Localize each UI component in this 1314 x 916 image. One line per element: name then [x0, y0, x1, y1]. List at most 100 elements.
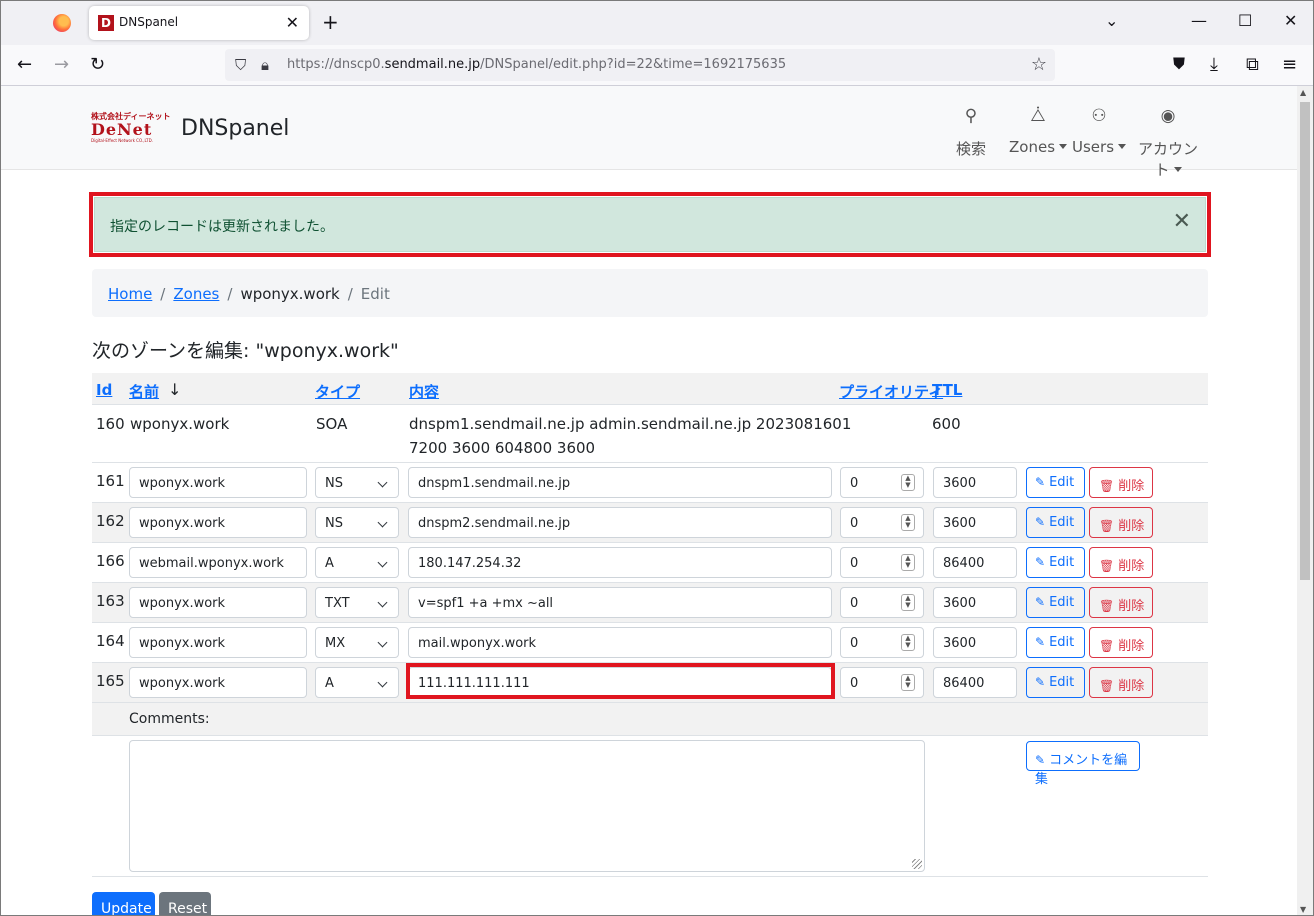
ttl-input[interactable]: 3600: [933, 507, 1017, 538]
nav-users[interactable]: ⚇ Users: [1072, 106, 1126, 156]
edit-button[interactable]: ✎ Edit: [1026, 507, 1085, 538]
content-input[interactable]: v=spf1 +a +mx ~all: [408, 587, 832, 618]
priority-input[interactable]: 0 ▲ ▼: [840, 547, 924, 578]
url-text[interactable]: https://dnscp0.sendmail.ne.jp/DNSpanel/e…: [287, 57, 786, 72]
browser-tab[interactable]: D DNSpanel ✕: [89, 6, 309, 40]
browser-toolbar: ← → ↻ ⛉ 🔒︎ https://dnscp0.sendmail.ne.jp…: [1, 45, 1313, 86]
pocket-icon[interactable]: ⛊: [1173, 54, 1185, 74]
download-icon[interactable]: ⤓: [1210, 54, 1218, 75]
browser-window: D DNSpanel ✕ + ⌄ — ☐ ✕ ← → ↻ ⛉ 🔒︎ https:…: [0, 0, 1314, 916]
scroll-down-icon[interactable]: ▼: [1300, 905, 1306, 914]
update-button[interactable]: Update: [92, 892, 155, 915]
brand-title[interactable]: DNSpanel: [181, 116, 289, 141]
scroll-up-icon[interactable]: ▲: [1300, 88, 1306, 97]
name-input[interactable]: wponyx.work: [129, 627, 307, 658]
priority-input[interactable]: 0 ▲ ▼: [840, 627, 924, 658]
back-icon[interactable]: ←: [17, 54, 32, 75]
new-tab-icon[interactable]: +: [322, 10, 339, 34]
priority-input[interactable]: 0 ▲ ▼: [840, 587, 924, 618]
breadcrumb-zones[interactable]: Zones: [173, 285, 219, 303]
name-input[interactable]: wponyx.work: [129, 587, 307, 618]
pencil-square-icon: ✎: [1035, 595, 1046, 609]
pencil-square-icon: ✎: [1035, 753, 1046, 767]
bookmark-star-icon[interactable]: ☆: [1031, 54, 1047, 75]
spinner-icon: ▲ ▼: [901, 634, 915, 651]
ttl-input[interactable]: 86400: [933, 547, 1017, 578]
resize-grip-icon[interactable]: [912, 859, 922, 869]
type-select[interactable]: MX: [315, 627, 399, 658]
maximize-icon[interactable]: ☐: [1238, 11, 1252, 30]
type-select[interactable]: NS: [315, 507, 399, 538]
close-window-icon[interactable]: ✕: [1284, 11, 1297, 30]
delete-button[interactable]: 🗑︎ 削除: [1089, 507, 1153, 538]
delete-button[interactable]: 🗑︎ 削除: [1089, 587, 1153, 618]
col-content[interactable]: 内容: [409, 381, 439, 402]
content-input[interactable]: dnspm1.sendmail.ne.jp: [408, 467, 832, 498]
tab-list-chevron-icon[interactable]: ⌄: [1105, 11, 1118, 30]
spinner-icon: ▲ ▼: [901, 474, 915, 491]
alert-close-icon[interactable]: ✕: [1173, 209, 1191, 234]
ttl-input[interactable]: 3600: [933, 627, 1017, 658]
delete-button[interactable]: 🗑︎ 削除: [1089, 547, 1153, 578]
content-input[interactable]: mail.wponyx.work: [408, 627, 832, 658]
reload-icon[interactable]: ↻: [90, 54, 105, 75]
col-priority[interactable]: プライオリティ: [839, 381, 943, 402]
trash-icon: 🗑︎: [1099, 559, 1115, 573]
forward-icon[interactable]: →: [54, 54, 69, 75]
delete-button[interactable]: 🗑︎ 削除: [1089, 467, 1153, 498]
col-id[interactable]: Id: [96, 381, 112, 399]
content-highlight-box: [406, 663, 835, 699]
delete-button[interactable]: 🗑︎ 削除: [1089, 627, 1153, 658]
ttl-input[interactable]: 3600: [933, 587, 1017, 618]
tab-close-icon[interactable]: ✕: [286, 13, 299, 32]
url-bar[interactable]: ⛉ 🔒︎ https://dnscp0.sendmail.ne.jp/DNSpa…: [225, 49, 1055, 81]
col-type[interactable]: タイプ: [315, 381, 360, 402]
comments-textarea[interactable]: [129, 740, 925, 872]
type-select[interactable]: TXT: [315, 587, 399, 618]
name-input[interactable]: wponyx.work: [129, 667, 307, 698]
shield-icon[interactable]: ⛉: [235, 56, 246, 74]
name-input[interactable]: webmail.wponyx.work: [129, 547, 307, 578]
name-input[interactable]: wponyx.work: [129, 507, 307, 538]
scroll-thumb[interactable]: [1300, 102, 1310, 580]
alert-message: 指定のレコードは更新されました。: [110, 219, 334, 235]
type-select[interactable]: NS: [315, 467, 399, 498]
table-row: 164 wponyx.work MX mail.wponyx.work 0 ▲ ▼ …: [92, 623, 1208, 663]
edit-button[interactable]: ✎ Edit: [1026, 587, 1085, 618]
ttl-input[interactable]: 3600: [933, 467, 1017, 498]
priority-input[interactable]: 0 ▲ ▼: [840, 467, 924, 498]
edit-button[interactable]: ✎ Edit: [1026, 627, 1085, 658]
breadcrumb-home[interactable]: Home: [108, 285, 152, 303]
menu-icon[interactable]: ≡: [1282, 54, 1297, 75]
priority-input[interactable]: 0 ▲ ▼: [840, 507, 924, 538]
nav-zones[interactable]: ⧊ Zones: [1009, 106, 1067, 156]
reset-button[interactable]: Reset: [159, 892, 211, 915]
edit-comment-button[interactable]: ✎ コメントを編集: [1026, 741, 1140, 787]
type-select[interactable]: A: [315, 667, 399, 698]
ttl-input[interactable]: 86400: [933, 667, 1017, 698]
denet-logo[interactable]: 株式会社ディーネット DeNet Digital-Effect Network …: [91, 112, 173, 146]
name-input[interactable]: wponyx.work: [129, 467, 307, 498]
minimize-icon[interactable]: —: [1191, 11, 1207, 30]
page-scrollbar[interactable]: ▲ ▼: [1297, 86, 1313, 915]
content-input[interactable]: 180.147.254.32: [408, 547, 832, 578]
edit-button[interactable]: ✎ Edit: [1026, 667, 1085, 698]
content-input[interactable]: dnspm2.sendmail.ne.jp: [408, 507, 832, 538]
col-name[interactable]: 名前: [129, 381, 159, 402]
col-ttl[interactable]: TTL: [932, 381, 962, 399]
delete-button[interactable]: 🗑︎ 削除: [1089, 667, 1153, 698]
lock-icon[interactable]: 🔒︎: [261, 56, 269, 74]
edit-button[interactable]: ✎ Edit: [1026, 467, 1085, 498]
priority-input[interactable]: 0 ▲ ▼: [840, 667, 924, 698]
soa-row: 160 wponyx.work SOA dnspm1.sendmail.ne.j…: [92, 405, 1208, 463]
pencil-square-icon: ✎: [1035, 635, 1046, 649]
edit-button[interactable]: ✎ Edit: [1026, 547, 1085, 578]
nav-account[interactable]: ◉ アカウント: [1131, 106, 1205, 180]
pencil-square-icon: ✎: [1035, 675, 1046, 689]
type-select[interactable]: A: [315, 547, 399, 578]
extensions-icon[interactable]: ⧉: [1246, 54, 1259, 75]
site-header: 株式会社ディーネット DeNet Digital-Effect Network …: [1, 86, 1297, 179]
nav-search[interactable]: ⚲ 検索: [953, 106, 989, 159]
firefox-icon[interactable]: [53, 14, 71, 32]
account-icon: ◉: [1160, 106, 1176, 126]
